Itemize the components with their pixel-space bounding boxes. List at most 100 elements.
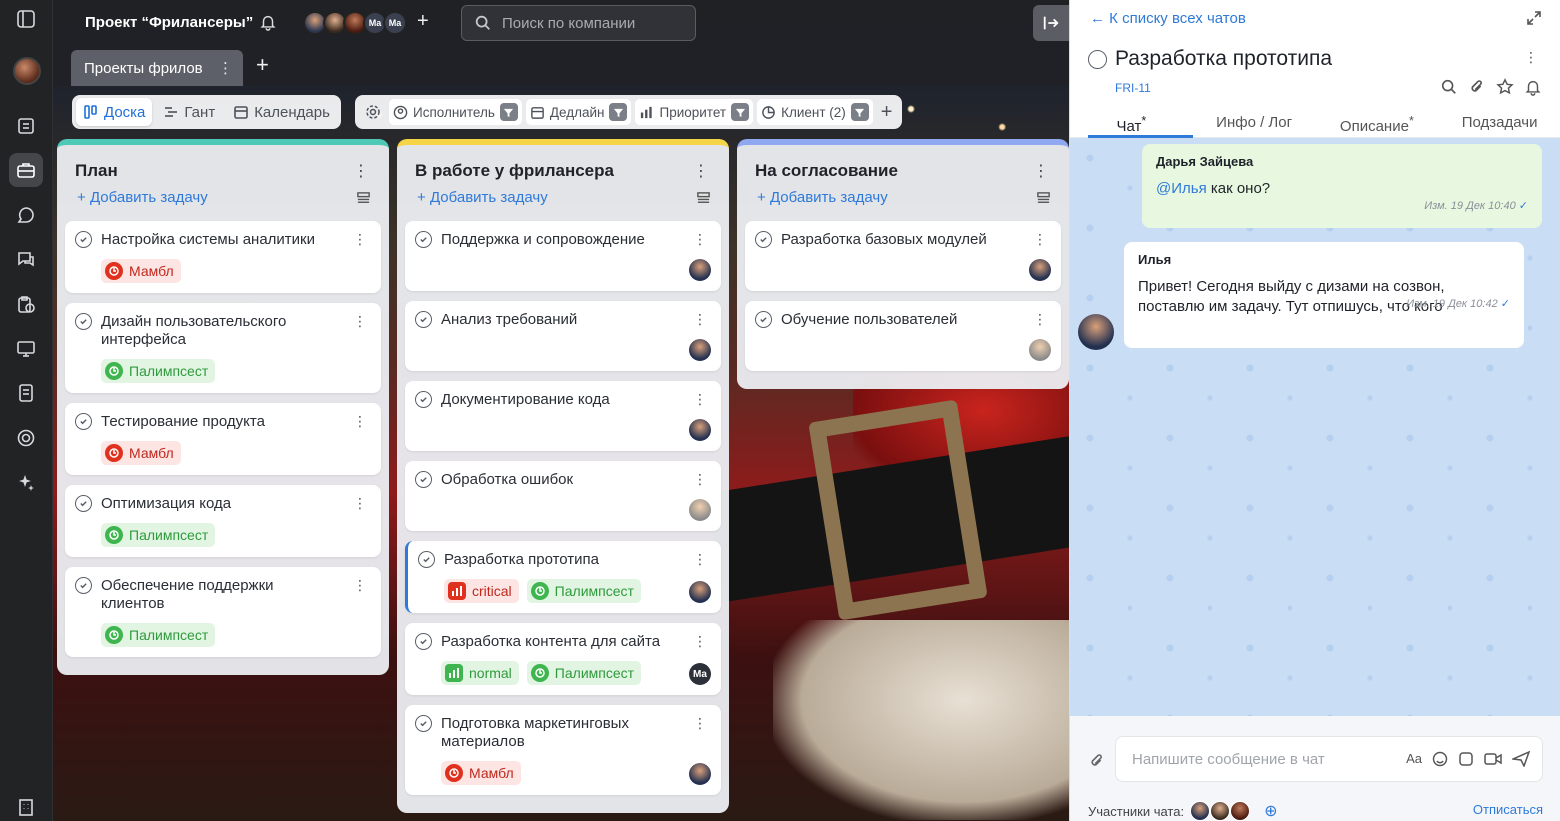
expand-icon[interactable] <box>1526 10 1542 29</box>
tab-chat[interactable]: Чат* <box>1070 104 1193 138</box>
message-bubble[interactable]: Дарья Зайцева @Илья как оно? Изм. 19 Дек… <box>1142 144 1542 228</box>
task-check-icon[interactable] <box>75 495 92 512</box>
filter-client[interactable]: Клиент (2) <box>757 99 873 125</box>
emoji-icon[interactable] <box>1432 751 1448 767</box>
task-check-icon[interactable] <box>75 413 92 430</box>
task-check-icon[interactable] <box>418 551 435 568</box>
star-icon[interactable] <box>1496 78 1514 96</box>
task-card[interactable]: Оптимизация кода ⋮ Палимпсест <box>65 485 381 557</box>
text-format-icon[interactable]: Aa <box>1406 751 1422 767</box>
card-menu-icon[interactable]: ⋮ <box>693 391 707 408</box>
add-task-button[interactable]: + Добавить задачу <box>417 189 548 206</box>
tag-chip[interactable]: Палимпсест <box>526 661 642 685</box>
ai-sparkle-icon[interactable] <box>9 466 43 500</box>
card-menu-icon[interactable]: ⋮ <box>353 231 367 248</box>
task-check-icon[interactable] <box>75 313 92 330</box>
add-tab-icon[interactable]: + <box>256 52 269 78</box>
task-card[interactable]: Обучение пользователей ⋮ <box>745 301 1061 371</box>
task-check-icon[interactable] <box>75 231 92 248</box>
member-avatar[interactable] <box>1190 801 1211 821</box>
search-icon[interactable] <box>1440 78 1458 96</box>
collapse-panel-button[interactable] <box>1033 5 1069 41</box>
tag-chip[interactable]: Палимпсест <box>101 623 216 647</box>
task-check-icon[interactable] <box>415 391 432 408</box>
tag-chip[interactable]: Палимпсест <box>101 523 216 547</box>
task-card[interactable]: Настройка системы аналитики ⋮ Мамбл <box>65 221 381 293</box>
task-check-icon[interactable] <box>415 231 432 248</box>
add-filter-icon[interactable]: + <box>877 99 897 125</box>
card-menu-icon[interactable]: ⋮ <box>353 413 367 430</box>
view-gantt-button[interactable]: Гант <box>156 98 222 126</box>
messages-icon[interactable] <box>9 242 43 276</box>
member-avatar[interactable] <box>1210 801 1231 821</box>
task-card[interactable]: Обработка ошибок ⋮ <box>405 461 721 531</box>
tag-chip[interactable]: Палимпсест <box>101 359 216 383</box>
unsubscribe-link[interactable]: Отписаться <box>1473 802 1543 817</box>
filter-assignee[interactable]: Исполнитель <box>389 99 522 125</box>
tab-description[interactable]: Описание* <box>1316 104 1439 137</box>
card-menu-icon[interactable]: ⋮ <box>693 471 707 488</box>
card-menu-icon[interactable]: ⋮ <box>693 311 707 328</box>
card-menu-icon[interactable]: ⋮ <box>693 231 707 248</box>
user-avatar[interactable] <box>13 57 41 85</box>
tag-chip[interactable]: Палимпсест <box>526 579 641 603</box>
tab-subtasks[interactable]: Подзадачи <box>1438 104 1560 137</box>
assignee-avatar[interactable] <box>1029 259 1051 281</box>
assignee-avatar[interactable] <box>1029 339 1051 361</box>
tab-project-frils[interactable]: Проекты фрилов ⋮ <box>71 50 243 86</box>
card-menu-icon[interactable]: ⋮ <box>693 633 707 650</box>
member-avatar[interactable] <box>1230 801 1251 821</box>
task-id[interactable]: FRI-11 <box>1115 81 1151 95</box>
card-menu-icon[interactable]: ⋮ <box>353 495 367 512</box>
video-icon[interactable] <box>1484 751 1502 767</box>
assignee-avatar[interactable]: Ma <box>689 663 711 685</box>
project-members[interactable]: Ma Ma <box>303 11 407 35</box>
view-board-button[interactable]: Доска <box>76 98 153 126</box>
building-icon[interactable] <box>9 790 43 821</box>
message-bubble[interactable]: Илья Привет! Сегодня выйду с дизами на с… <box>1124 242 1524 348</box>
search-input[interactable]: Поиск по компании <box>461 5 696 41</box>
send-icon[interactable] <box>1512 751 1530 767</box>
task-check-icon[interactable] <box>755 311 772 328</box>
card-menu-icon[interactable]: ⋮ <box>1033 311 1047 328</box>
task-card[interactable]: Поддержка и сопровождение ⋮ <box>405 221 721 291</box>
template-icon[interactable] <box>356 191 371 209</box>
template-icon[interactable] <box>696 191 711 209</box>
message-author-avatar[interactable] <box>1078 314 1114 350</box>
task-complete-checkbox[interactable] <box>1088 50 1107 69</box>
view-calendar-button[interactable]: Календарь <box>226 98 337 126</box>
tag-chip[interactable]: Мамбл <box>101 259 181 283</box>
message-input[interactable]: Напишите сообщение в чат Aa <box>1115 736 1543 782</box>
assignee-avatar[interactable] <box>689 581 711 603</box>
sticker-icon[interactable] <box>1458 751 1474 767</box>
tag-chip[interactable]: Мамбл <box>441 761 521 785</box>
support-icon[interactable] <box>9 421 43 455</box>
task-check-icon[interactable] <box>755 231 772 248</box>
column-menu-icon[interactable]: ⋮ <box>693 161 709 181</box>
filter-priority[interactable]: Приоритет <box>635 99 754 125</box>
card-menu-icon[interactable]: ⋮ <box>353 313 367 330</box>
assignee-avatar[interactable] <box>689 259 711 281</box>
tasks-icon[interactable] <box>9 109 43 143</box>
monitor-icon[interactable] <box>9 332 43 366</box>
paperclip-icon[interactable] <box>1468 78 1486 96</box>
document-icon[interactable] <box>9 376 43 410</box>
member-avatar[interactable]: Ma <box>383 11 407 35</box>
assignee-avatar[interactable] <box>689 499 711 521</box>
bell-icon[interactable] <box>259 13 277 34</box>
settings-icon[interactable] <box>361 99 385 125</box>
attach-icon[interactable] <box>1088 752 1106 773</box>
tag-chip[interactable]: critical <box>444 579 519 603</box>
task-check-icon[interactable] <box>415 715 432 732</box>
tag-chip[interactable]: Мамбл <box>101 441 181 465</box>
task-card[interactable]: Разработка прототипа ⋮ critical Палимпсест <box>405 541 721 613</box>
task-check-icon[interactable] <box>75 577 92 594</box>
task-card[interactable]: Анализ требований ⋮ <box>405 301 721 371</box>
task-check-icon[interactable] <box>415 471 432 488</box>
add-task-button[interactable]: + Добавить задачу <box>77 189 208 206</box>
card-menu-icon[interactable]: ⋮ <box>693 551 707 568</box>
assignee-avatar[interactable] <box>689 419 711 441</box>
add-task-button[interactable]: + Добавить задачу <box>757 189 888 206</box>
card-menu-icon[interactable]: ⋮ <box>353 577 367 594</box>
tab-info-log[interactable]: Инфо / Лог <box>1193 104 1316 137</box>
